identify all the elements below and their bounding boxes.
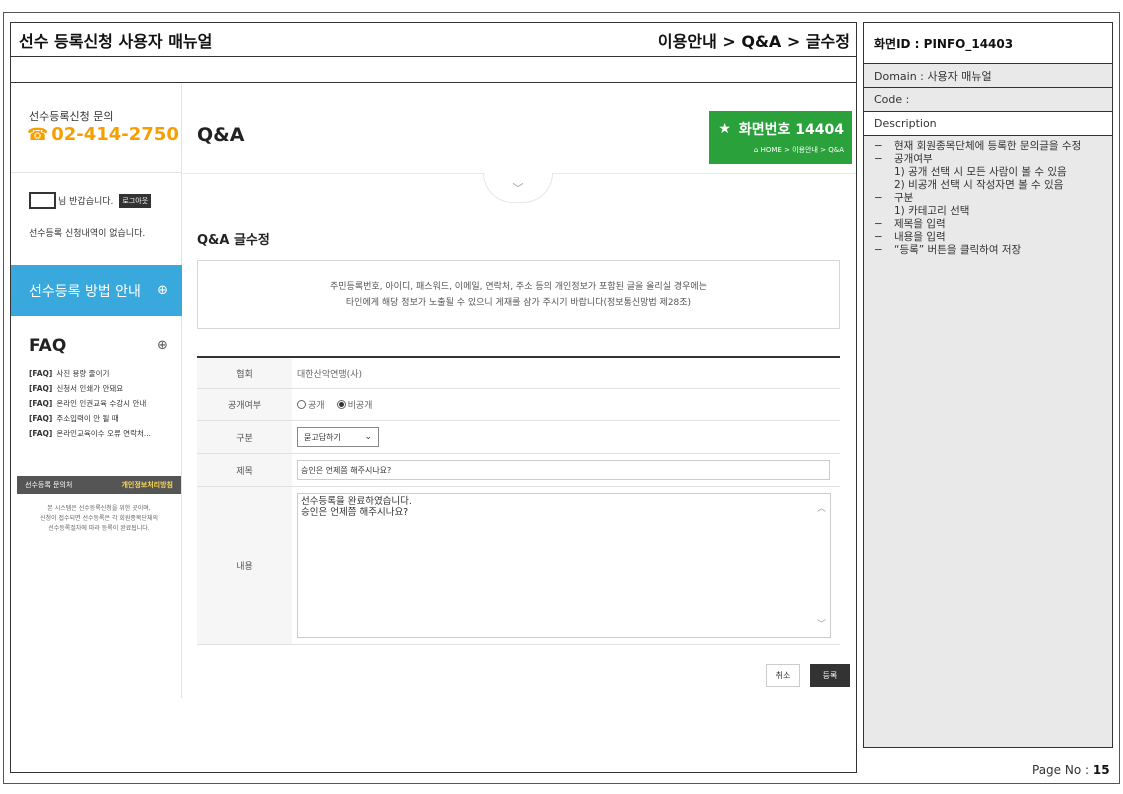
spec-description-label: Description xyxy=(864,112,1112,136)
body-textarea[interactable]: 선수등록을 완료하였습니다. 승인은 언제쯤 해주시나요? ︿ ﹀ xyxy=(297,493,831,638)
submit-button[interactable]: 등록 xyxy=(810,664,850,687)
phone-number: 02-414-2750 xyxy=(51,124,179,145)
category-select[interactable]: 묻고답하기 ⌄ xyxy=(297,427,379,447)
contact-title: 선수등록신청 문의 xyxy=(29,110,114,123)
subject-input[interactable]: 승인은 언제쯤 해주시나요? xyxy=(297,460,830,480)
form-row-category: 구분 묻고답하기 ⌄ xyxy=(197,421,840,454)
sidebar-divider xyxy=(11,172,182,173)
spec-code: Code : xyxy=(864,88,1112,112)
collapse-toggle[interactable]: ﹀ xyxy=(483,173,553,203)
username-box xyxy=(29,192,56,209)
form-title: Q&A 글수정 xyxy=(197,233,270,248)
faq-item[interactable]: [FAQ] 사진 용량 줄이기 xyxy=(29,366,151,381)
spec-domain: Domain : 사용자 매뉴얼 xyxy=(864,64,1112,88)
scroll-up-icon[interactable]: ︿ xyxy=(817,504,826,515)
no-history-text: 선수등록 신청내역이 없습니다. xyxy=(29,229,146,239)
user-greeting: 님 반갑습니다. 로그아웃 xyxy=(29,192,152,209)
spec-subitem: 2) 비공개 선택 시 작성자면 볼 수 있음 xyxy=(894,179,1064,191)
radio-button-selected[interactable] xyxy=(336,400,346,409)
category-label: 구분 xyxy=(197,421,292,453)
faq-item[interactable]: [FAQ] 주소입력이 안 될 때 xyxy=(29,411,151,426)
privacy-notice: 주민등록번호, 아이디, 패스워드, 이메일, 연락처, 주소 등의 개인정보가… xyxy=(197,260,840,329)
faq-list: [FAQ] 사진 용량 줄이기 [FAQ] 신청서 인쇄가 안돼요 [FAQ] 온라인… xyxy=(29,366,151,441)
spec-item: − 제목을 입력 xyxy=(874,218,946,230)
faq-title: FAQ xyxy=(29,336,67,356)
page-number: Page No : 15 xyxy=(1032,763,1110,777)
chevron-down-icon: ⌄ xyxy=(364,432,372,442)
faq-more-icon[interactable]: ⊕ xyxy=(157,338,168,353)
manual-path: 이용안내 > Q&A > 글수정 xyxy=(657,31,850,51)
visibility-radio-group: 공개 비공개 xyxy=(297,398,372,411)
screen-mockup: 선수등록신청 문의 ☎ 02-414-2750 님 반갑습니다. 로그아웃 선수… xyxy=(11,84,856,698)
manual-subheader xyxy=(11,57,856,83)
privacy-policy-link[interactable]: 개인정보처리방침 xyxy=(121,480,173,490)
radio-public[interactable]: 공개 xyxy=(297,398,325,411)
form-row-subject: 제목 승인은 언제쯤 해주시나요? xyxy=(197,454,840,487)
faq-item[interactable]: [FAQ] 온라인 인권교육 수강시 안내 xyxy=(29,396,151,411)
spec-item: − 구분 xyxy=(874,192,914,204)
spec-item: − 내용을 입력 xyxy=(874,231,946,243)
spec-subitem: 1) 공개 선택 시 모든 사람이 볼 수 있음 xyxy=(894,166,1067,178)
spec-subitem: 1) 카테고리 선택 xyxy=(894,205,970,217)
inquiry-link[interactable]: 선수등록 문의처 xyxy=(25,480,72,490)
form-row-org: 협회 대한산악연맹(사) xyxy=(197,358,840,389)
cancel-button[interactable]: 취소 xyxy=(766,664,800,687)
system-note: 본 시스템은 선수등록신청을 위한 곳이며, 신청이 접수되면 선수등록은 각 … xyxy=(39,505,159,532)
sidebar: 선수등록신청 문의 ☎ 02-414-2750 님 반갑습니다. 로그아웃 선수… xyxy=(11,84,182,698)
spec-item: − 공개여부 xyxy=(874,153,933,165)
form-row-body: 내용 선수등록을 완료하였습니다. 승인은 언제쯤 해주시나요? ︿ ﹀ xyxy=(197,487,840,645)
plus-circle-icon: ⊕ xyxy=(157,283,168,298)
faq-item[interactable]: [FAQ] 온라인교육이수 오류 연락처... xyxy=(29,426,151,441)
chevron-down-icon: ﹀ xyxy=(512,181,524,195)
manual-title: 선수 등록신청 사용자 매뉴얼 xyxy=(19,31,213,51)
phone-icon: ☎ xyxy=(27,124,49,145)
screen-id: 화면ID : PINFO_14403 xyxy=(864,23,1112,64)
contact-phone[interactable]: ☎ 02-414-2750 xyxy=(27,124,179,145)
spec-item: − “등록” 버튼을 클릭하여 저장 xyxy=(874,244,1022,256)
badge-title: ★ 화면번호 14404 xyxy=(718,121,844,138)
policy-bar: 선수등록 문의처 개인정보처리방침 xyxy=(17,476,181,494)
home-icon: ⌂ xyxy=(753,146,759,154)
radio-button[interactable] xyxy=(297,400,306,409)
org-value: 대한산악연맹(사) xyxy=(297,369,362,380)
qna-edit-form: 협회 대한산악연맹(사) 공개여부 공개 비공개 구분 묻고답하기 ⌄ 제목 승… xyxy=(197,356,840,645)
greeting-text: 님 반갑습니다. xyxy=(58,197,114,207)
spec-item: − 현재 회원종목단체에 등록한 문의글을 수정 xyxy=(874,140,1082,152)
spec-description-list: − 현재 회원종목단체에 등록한 문의글을 수정 − 공개여부 1) 공개 선택 시… xyxy=(864,136,1112,257)
logout-button[interactable]: 로그아웃 xyxy=(119,193,152,208)
scroll-down-icon[interactable]: ﹀ xyxy=(817,620,826,631)
form-row-visibility: 공개여부 공개 비공개 xyxy=(197,389,840,421)
org-label: 협회 xyxy=(197,358,292,388)
page-title: Q&A xyxy=(197,124,245,146)
radio-private[interactable]: 비공개 xyxy=(336,398,372,411)
star-icon: ★ xyxy=(718,121,731,137)
registration-guide-label: 선수등록 방법 안내 xyxy=(29,283,141,300)
content-area: Q&A ★ 화면번호 14404 ⌂ HOME > 이용안내 > Q&A ﹀ Q… xyxy=(183,84,856,698)
spec-panel: 화면ID : PINFO_14403 Domain : 사용자 매뉴얼 Code… xyxy=(863,22,1113,748)
manual-header: 선수 등록신청 사용자 매뉴얼 이용안내 > Q&A > 글수정 xyxy=(11,23,856,57)
visibility-label: 공개여부 xyxy=(197,389,292,420)
breadcrumb: ⌂ HOME > 이용안내 > Q&A xyxy=(753,146,844,154)
registration-guide-button[interactable]: 선수등록 방법 안내 ⊕ xyxy=(11,265,182,316)
screen-number-badge: ★ 화면번호 14404 ⌂ HOME > 이용안내 > Q&A xyxy=(709,111,852,164)
subject-label: 제목 xyxy=(197,454,292,486)
manual-screen-panel: 선수 등록신청 사용자 매뉴얼 이용안내 > Q&A > 글수정 선수등록신청 … xyxy=(10,22,857,773)
faq-item[interactable]: [FAQ] 신청서 인쇄가 안돼요 xyxy=(29,381,151,396)
body-label: 내용 xyxy=(197,487,292,644)
